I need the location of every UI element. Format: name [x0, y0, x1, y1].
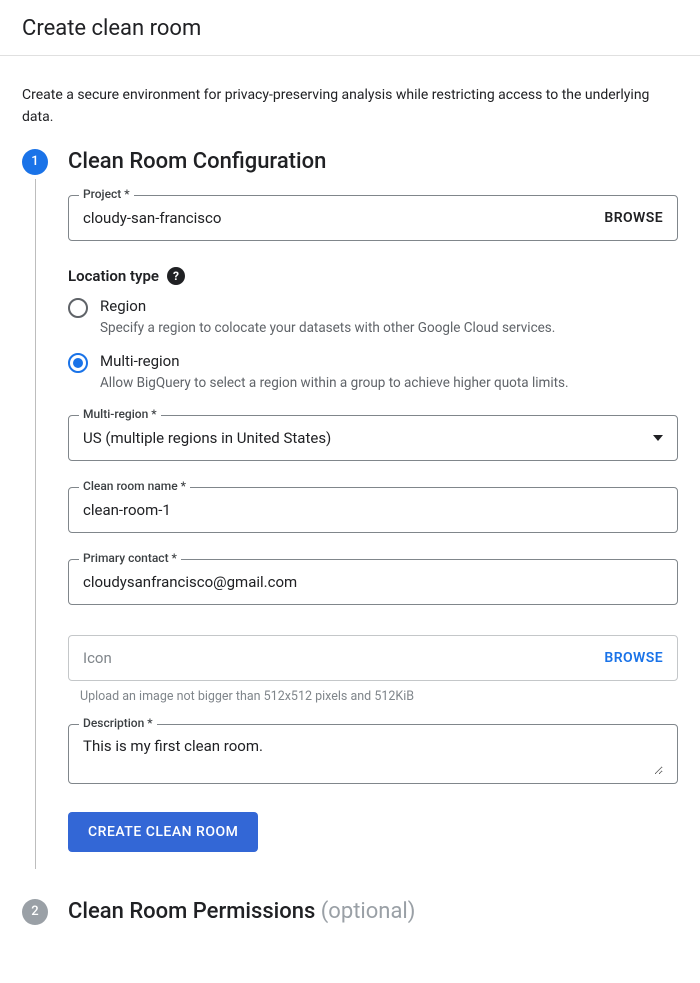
cleanroom-name-label: Clean room name * — [79, 479, 190, 493]
radio-region[interactable]: Region Specify a region to colocate your… — [68, 297, 678, 338]
radio-multiregion[interactable]: Multi-region Allow BigQuery to select a … — [68, 352, 678, 393]
multiregion-label: Multi-region * — [79, 407, 161, 421]
step2-title: Clean Room Permissions (optional) — [68, 899, 678, 925]
radio-region-circle — [68, 298, 88, 318]
project-browse-button[interactable]: BROWSE — [596, 210, 663, 226]
help-icon[interactable]: ? — [167, 267, 185, 285]
intro-text: Create a secure environment for privacy-… — [0, 56, 700, 129]
icon-field: BROWSE — [68, 635, 678, 681]
cleanroom-name-field: Clean room name * — [68, 487, 678, 533]
description-field: Description * — [68, 724, 678, 784]
step-configuration: 1 Clean Room Configuration Project * BRO… — [22, 149, 678, 873]
page-title: Create clean room — [22, 16, 678, 41]
config-form: Project * BROWSE Location type ? Region — [68, 187, 678, 852]
step2-optional: (optional) — [321, 899, 416, 924]
create-clean-room-button[interactable]: CREATE CLEAN ROOM — [68, 812, 258, 852]
description-textarea[interactable] — [83, 735, 663, 775]
multiregion-field[interactable]: Multi-region * US (multiple regions in U… — [68, 415, 678, 461]
radio-multiregion-circle — [68, 353, 88, 373]
chevron-down-icon — [653, 435, 663, 441]
step1-title: Clean Room Configuration — [68, 149, 678, 175]
project-label: Project * — [79, 187, 134, 201]
dialog-header: Create clean room — [0, 0, 700, 56]
icon-input[interactable] — [83, 649, 596, 667]
step-badge-2: 2 — [22, 899, 48, 925]
step-connector-line — [35, 179, 36, 869]
step2-indicator-column: 2 — [22, 899, 48, 925]
primary-contact-input[interactable] — [83, 573, 663, 591]
primary-contact-label: Primary contact * — [79, 551, 181, 565]
radio-multiregion-desc: Allow BigQuery to select a region within… — [100, 374, 678, 393]
cleanroom-name-input[interactable] — [83, 501, 663, 519]
multiregion-value: US (multiple regions in United States) — [83, 429, 645, 447]
project-input[interactable] — [83, 209, 596, 227]
location-type-label: Location type ? — [68, 267, 678, 285]
icon-hint: Upload an image not bigger than 512x512 … — [80, 689, 678, 704]
icon-browse-button[interactable]: BROWSE — [596, 650, 663, 666]
location-type-text: Location type — [68, 267, 159, 285]
step-badge-1: 1 — [22, 149, 48, 175]
description-label: Description * — [79, 716, 157, 730]
radio-multiregion-title: Multi-region — [100, 352, 678, 370]
radio-dot-icon — [73, 358, 83, 368]
step-permissions: 2 Clean Room Permissions (optional) — [22, 899, 678, 925]
step-indicator-column: 1 — [22, 149, 48, 873]
radio-region-desc: Specify a region to colocate your datase… — [100, 319, 678, 338]
radio-region-title: Region — [100, 297, 678, 315]
project-field: Project * BROWSE — [68, 195, 678, 241]
primary-contact-field: Primary contact * — [68, 559, 678, 605]
step2-title-text: Clean Room Permissions — [68, 899, 321, 924]
